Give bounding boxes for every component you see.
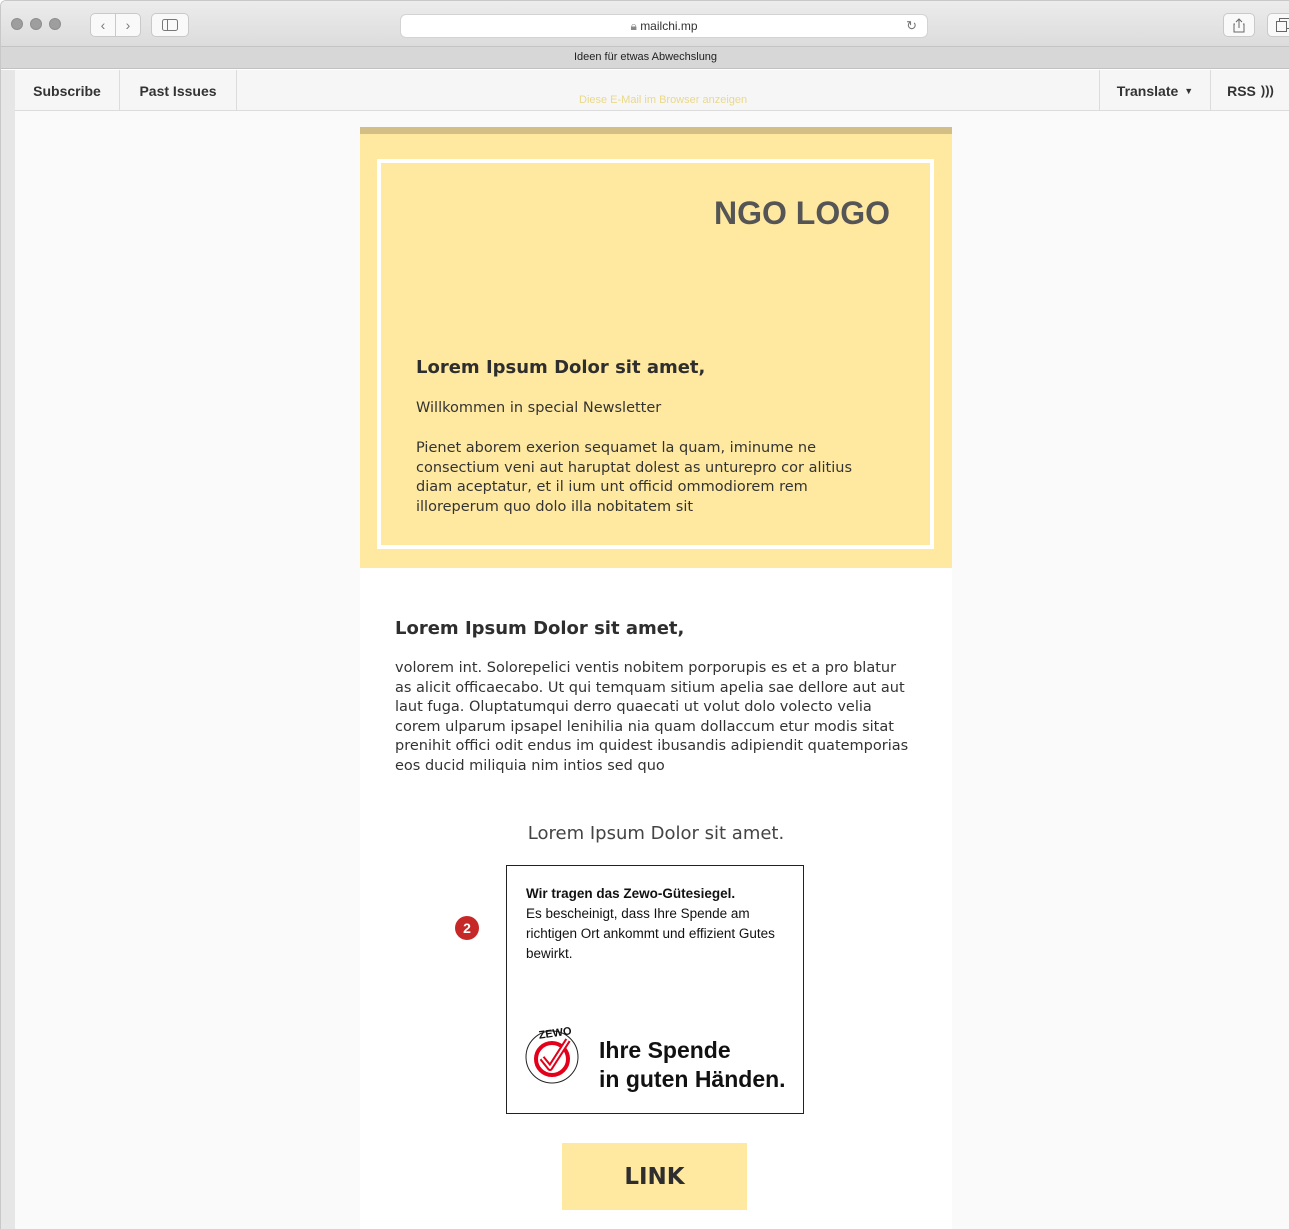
rss-link[interactable]: RSS ))) <box>1210 70 1289 111</box>
section-body: volorem int. Solorepelici ventis nobitem… <box>395 660 909 774</box>
share-button[interactable] <box>1223 13 1255 37</box>
address-bar[interactable]: 🔒︎ mailchi.mp ↻ <box>400 14 928 38</box>
seal-claim: Ihre Spende in guten Händen. <box>599 1037 786 1092</box>
address-url: 🔒︎ mailchi.mp <box>630 19 698 33</box>
subscribe-link[interactable]: Subscribe <box>15 70 120 111</box>
hero-paragraph: Pienet aborem exerion sequamet la quam, … <box>416 440 852 515</box>
past-issues-link[interactable]: Past Issues <box>120 70 237 111</box>
translate-dropdown[interactable]: Translate ▼ <box>1099 70 1210 111</box>
zewo-seal-box: Wir tragen das Zewo-Gütesiegel. Es besch… <box>506 865 804 1114</box>
email-body: NGO LOGO Lorem Ipsum Dolor sit amet, Wil… <box>360 127 952 1229</box>
annotation-badge: 2 <box>455 916 479 940</box>
caret-down-icon: ▼ <box>1184 85 1194 96</box>
chevron-left-icon: ‹ <box>100 17 106 33</box>
hero-welcome: Willkommen in special Newsletter <box>416 400 662 416</box>
rss-icon: ))) <box>1260 83 1274 98</box>
mailchimp-nav-bar: Subscribe Past Issues Diese E-Mail im Br… <box>15 70 1289 111</box>
zoom-window-dot[interactable] <box>49 18 61 30</box>
browser-window: ‹ › 🔒︎ mailchi.mp ↻ Ideen für etwas Abwe… <box>0 0 1289 1229</box>
reload-icon[interactable]: ↻ <box>906 18 917 34</box>
forward-button[interactable]: › <box>115 13 141 37</box>
chevron-right-icon: › <box>125 17 131 33</box>
link-button[interactable]: LINK <box>562 1143 747 1210</box>
section-title: Lorem Ipsum Dolor sit amet, <box>395 618 685 639</box>
share-icon <box>1233 17 1245 32</box>
tab-title[interactable]: Ideen für etwas Abwechslung <box>1 47 1289 69</box>
sidebar-icon <box>162 19 178 31</box>
seal-caption: Lorem Ipsum Dolor sit amet. <box>527 823 785 844</box>
back-button[interactable]: ‹ <box>90 13 116 37</box>
close-window-dot[interactable] <box>11 18 23 30</box>
lock-icon: 🔒︎ <box>630 19 637 33</box>
hero-title: Lorem Ipsum Dolor sit amet, <box>416 357 706 378</box>
web-page: Subscribe Past Issues Diese E-Mail im Br… <box>1 70 1289 1229</box>
top-accent-bar <box>360 127 952 134</box>
tabs-overview-button[interactable] <box>1267 13 1289 37</box>
tabs-icon <box>1276 18 1289 32</box>
window-edge <box>1 70 15 1229</box>
seal-headline: Wir tragen das Zewo-Gütesiegel. <box>526 886 736 901</box>
ngo-logo: NGO LOGO <box>714 195 890 231</box>
seal-text: Wir tragen das Zewo-Gütesiegel. Es besch… <box>526 884 788 964</box>
hero-section: NGO LOGO Lorem Ipsum Dolor sit amet, Wil… <box>360 134 952 568</box>
sidebar-toggle-button[interactable] <box>151 13 189 37</box>
browser-toolbar: ‹ › 🔒︎ mailchi.mp ↻ <box>1 1 1289 47</box>
zewo-logo-icon: ZEWO <box>525 1026 579 1084</box>
view-in-browser-link[interactable]: Diese E-Mail im Browser anzeigen <box>579 94 747 106</box>
minimize-window-dot[interactable] <box>30 18 42 30</box>
seal-description: Es bescheinigt, dass Ihre Spende am rich… <box>526 906 775 961</box>
